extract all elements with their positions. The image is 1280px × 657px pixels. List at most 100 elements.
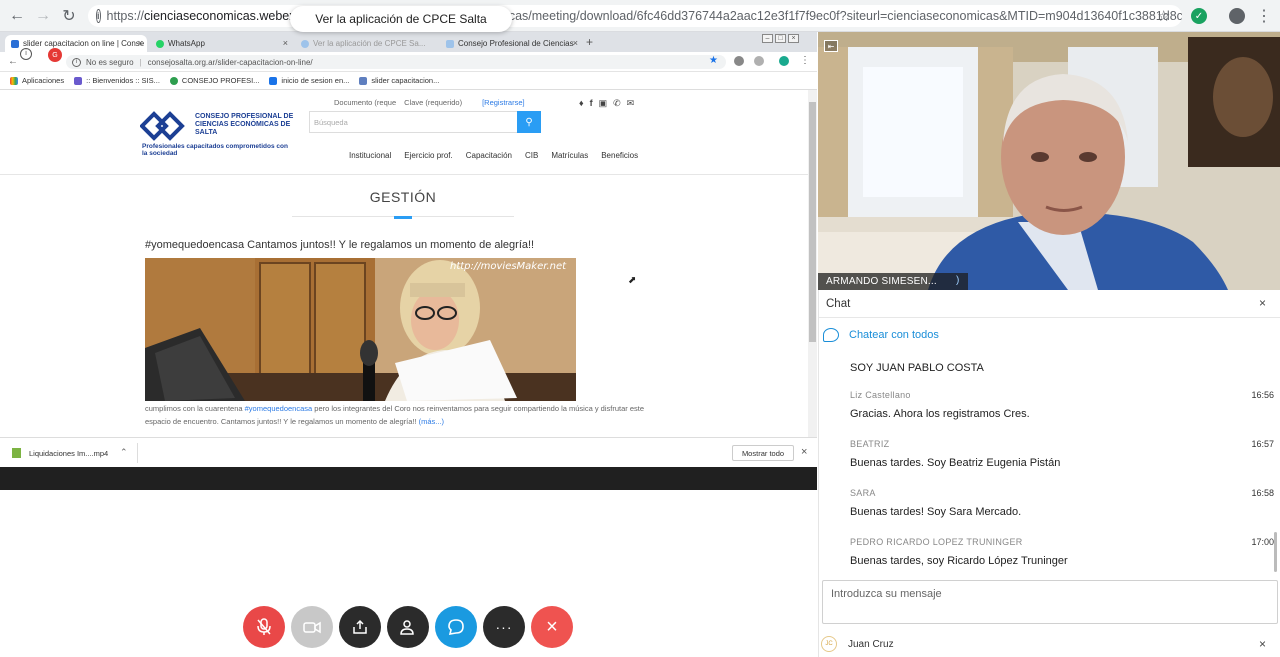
tab-close-icon: × [572,38,578,48]
shared-tab-label: Ver la aplicación de CPCE Sa... [313,39,426,48]
participant-name: ARMANDO SIMESEN... [826,276,937,287]
shared-tab-label: WhatsApp [168,39,205,48]
maximize-icon: □ [775,34,786,43]
message-time: 16:57 [1251,439,1274,449]
read-more-link: (más...) [418,416,445,426]
chat-title: Chat [826,298,851,310]
share-button[interactable] [339,606,381,648]
profile-icon [779,56,789,66]
cpce-logo-icon [140,111,185,141]
forward-arrow-icon[interactable]: → [30,3,56,29]
message-sender: BEATRIZ [850,439,890,449]
chat-message-input[interactable]: Introduzca su mensaje [822,580,1278,624]
facebook-icon: f [589,98,593,108]
chat-panel: Chat × Chatear con todos SOY JUAN PABLO … [818,290,1280,657]
downloads-close-icon: × [801,446,808,458]
chat-header: Chat × [819,290,1280,318]
shared-url: consejosalta.org.ar/slider-capacitacion-… [147,57,313,67]
chat-message: SOY JUAN PABLO COSTA [850,362,1274,374]
shared-screen: slider capacitacion on line | Conse × Wh… [0,32,817,490]
signal-icon: ) [956,275,960,286]
shared-address-row: ← i G i No es seguro | consejosalta.org.… [0,48,817,72]
twitter-icon: ♦ [579,98,584,108]
mute-button[interactable] [243,606,285,648]
chat-recipient-row: JC Juan Cruz × [821,634,1277,654]
site-info-icon[interactable]: i [96,9,101,23]
tab-close-icon: × [137,38,143,48]
shared-tab-cpce-app: Ver la aplicación de CPCE Sa... [295,35,437,52]
chat-channel-selector[interactable]: Chatear con todos [823,328,939,342]
recipient-close-icon[interactable]: × [1259,637,1266,651]
menu-beneficios: Beneficios [601,151,639,160]
message-text: Buenas tardes! Soy Sara Mercado. [850,506,1022,518]
show-all-downloads-button: Mostrar todo [732,445,794,461]
site-search-input: Búsqueda [309,111,518,133]
not-secure-icon: i [72,57,81,67]
post-caption: cumplimos con la cuarentena #yomequedoen… [145,404,645,426]
message-text: Buenas tardes. Soy Beatriz Eugenia Pistá… [850,457,1061,469]
back-arrow-icon[interactable]: ← [4,3,30,29]
bookmark-apps: Aplicaciones [10,76,64,85]
post-title: #yomequedoencasa Cantamos juntos!! Y le … [145,239,535,251]
downloads-bar: Liquidaciones Im....mp4 ⌃ Mostrar todo × [0,437,817,467]
chat-icon [448,619,464,635]
hashtag-link: #yomequedoencasa [244,404,313,413]
message-time: 17:00 [1251,537,1274,547]
extension-check-icon[interactable]: ✓ [1191,8,1207,24]
logo-slogan: Profesionales capacitados comprometidos … [142,143,288,157]
menu-capacitacion: Capacitación [465,151,512,160]
participant-name-tag: ARMANDO SIMESEN... ) [818,273,968,290]
not-secure-label: No es seguro [86,57,134,67]
section-title: GESTIÓN [369,189,437,205]
login-document-field: Documento (reque [334,98,397,107]
collapse-panel-icon[interactable]: ⇤ [824,40,838,52]
whatsapp-icon [156,40,164,48]
thumbnail-watermark: http://moviesMaker.net [450,261,567,272]
chat-bubble-icon [823,328,839,342]
address-bar[interactable]: i https://cienciaseconomicas.webex.com/w… [88,5,1182,27]
leave-meeting-button[interactable]: × [531,606,573,648]
chat-button[interactable] [435,606,477,648]
chat-scrollbar[interactable] [1274,532,1277,572]
site-search-icon: ⚲ [517,111,541,133]
bookmark-favicon-icon [169,76,178,85]
social-icons: ♦ f ▣ ✆ ✉ [579,98,634,109]
shared-app-banner[interactable]: Ver la aplicación de CPCE Salta [290,6,512,32]
bookmark-item: :: Bienvenidos :: SIS... [74,76,160,85]
video-button[interactable] [291,606,333,648]
bookmark-star-icon[interactable]: ☆ [1157,7,1170,25]
window-controls: – □ × [762,34,799,43]
message-text: Gracias. Ahora los registramos Cres. [850,408,1030,420]
notification-badge-icon: G [48,48,62,62]
header-divider [0,174,808,175]
participants-button[interactable] [387,606,429,648]
participant-video[interactable]: ⇤ ARMANDO SIMESEN... ) [818,32,1280,290]
logo-text: CONSEJO PROFESIONAL DE CIENCIAS ECONÓMIC… [195,113,294,136]
tab-close-icon: × [282,38,288,48]
message-text: Buenas tardes, soy Ricardo López Truning… [850,555,1068,567]
chat-message: BEATRIZ 16:57 Buenas tardes. Soy Beatriz… [850,439,1274,469]
camera-off-icon [303,621,321,634]
message-text: SOY JUAN PABLO COSTA [850,362,984,374]
meeting-controls: ··· × [243,606,573,648]
tab-favicon-icon [446,40,454,48]
shared-tab-whatsapp: WhatsApp × [150,35,292,52]
shared-webpage: CONSEJO PROFESIONAL DE CIENCIAS ECONÓMIC… [0,90,808,437]
chat-message: PEDRO RICARDO LOPEZ TRUNINGER 17:00 Buen… [850,537,1274,567]
menu-ejercicio: Ejercicio prof. [404,151,453,160]
url-prefix: https:// [106,9,145,23]
profile-avatar-icon[interactable] [1229,8,1245,24]
extension-icon [734,56,744,66]
post-video-thumbnail: http://moviesMaker.net [145,258,576,401]
chat-message: Liz Castellano 16:56 Gracias. Ahora los … [850,390,1274,420]
minimize-icon: – [762,34,773,43]
more-options-button[interactable]: ··· [483,606,525,648]
close-icon: × [546,615,558,638]
chat-close-icon[interactable]: × [1259,296,1266,310]
browser-menu-icon[interactable]: ⋮ [1256,6,1272,26]
window-close-icon: × [788,34,799,43]
register-link: [Registrarse] [482,98,525,107]
participant-video-frame [818,32,1280,290]
reload-icon[interactable]: ↻ [56,3,82,29]
bookmark-favicon-icon [74,76,83,85]
